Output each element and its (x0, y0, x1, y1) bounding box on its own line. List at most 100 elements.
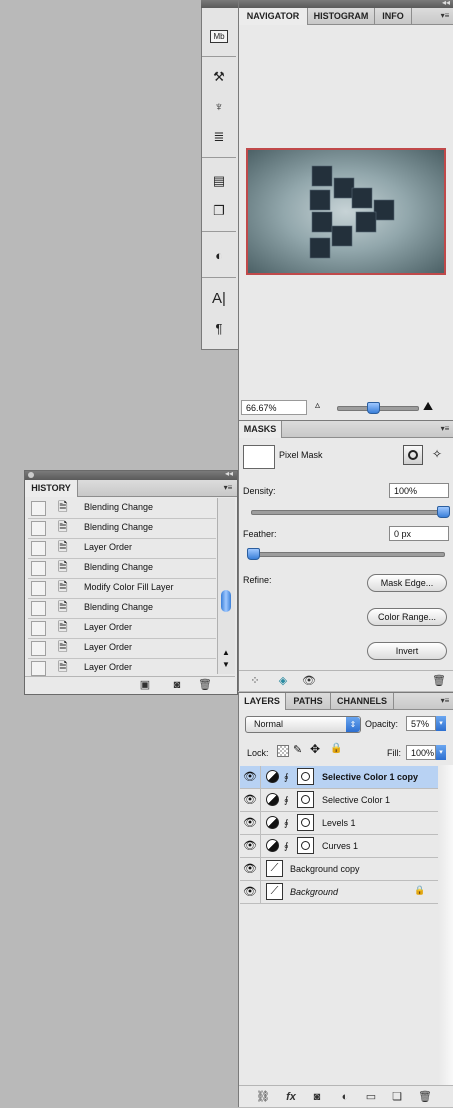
mask-link-icon[interactable]: ∮ (284, 770, 289, 784)
brush-presets-icon[interactable]: ≣ (204, 126, 234, 148)
tab-layers[interactable]: LAYERS (239, 693, 286, 710)
tab-paths[interactable]: PATHS (286, 693, 331, 709)
history-state[interactable]: 🗎 Blending Change (28, 558, 216, 579)
density-field[interactable]: 100% (389, 483, 449, 498)
new-group-icon[interactable]: ▭ (363, 1090, 379, 1104)
history-state[interactable]: 🗎 Layer Order (28, 538, 216, 559)
history-snapshot-checkbox[interactable] (31, 521, 46, 536)
layer-style-icon[interactable]: fx (283, 1090, 299, 1104)
history-snapshot-checkbox[interactable] (31, 621, 46, 636)
zoom-slider-thumb[interactable] (367, 402, 380, 414)
invert-button[interactable]: Invert (367, 642, 447, 660)
layer-row[interactable]: 👁 ⟋ Background copy (240, 858, 438, 881)
history-state[interactable]: 🗎 Layer Order (28, 638, 216, 659)
panel-menu-icon[interactable]: ▾≡ (438, 695, 452, 706)
link-layers-icon[interactable]: ⛓ (255, 1090, 271, 1104)
layer-row[interactable]: 👁 ∮ Levels 1 (240, 812, 438, 835)
layer-name[interactable]: Selective Color 1 (322, 795, 390, 805)
history-state[interactable]: 🗎 Blending Change (28, 498, 216, 519)
tab-masks[interactable]: MASKS (239, 421, 282, 438)
panel-menu-icon[interactable]: ▾≡ (221, 482, 235, 493)
layer-comps-icon[interactable]: ❐ (204, 200, 234, 222)
feather-slider-thumb[interactable] (247, 548, 260, 560)
adjustment-layer-icon[interactable] (266, 793, 279, 806)
new-document-from-state-icon[interactable]: ▣ (137, 678, 153, 692)
tab-channels[interactable]: CHANNELS (331, 693, 394, 709)
density-slider-thumb[interactable] (437, 506, 450, 518)
layer-mask-thumbnail[interactable] (297, 814, 314, 831)
tool-presets-icon[interactable]: ⚒ (204, 66, 234, 88)
mask-link-icon[interactable]: ∮ (284, 839, 289, 853)
zoom-in-icon[interactable]: ⛰ (423, 399, 433, 414)
panel-menu-icon[interactable]: ▾≡ (438, 423, 452, 434)
history-state[interactable]: 🗎 Modify Color Fill Layer (28, 578, 216, 599)
layer-mask-thumbnail[interactable] (297, 791, 314, 808)
layer-thumbnail[interactable]: ⟋ (266, 860, 283, 877)
layer-name[interactable]: Curves 1 (322, 841, 358, 851)
fill-dropdown-icon[interactable]: ▾ (436, 745, 446, 760)
dock-grip[interactable] (201, 0, 238, 8)
adjustment-layer-icon[interactable] (266, 816, 279, 829)
adjustment-layer-icon[interactable] (266, 839, 279, 852)
new-snapshot-icon[interactable]: ◙ (169, 678, 185, 692)
panel-grip[interactable]: ◂◂ (239, 0, 453, 8)
layer-name[interactable]: Selective Color 1 copy (322, 772, 418, 782)
mask-edge-button[interactable]: Mask Edge... (367, 574, 447, 592)
history-snapshot-checkbox[interactable] (31, 501, 46, 516)
layer-mask-thumbnail[interactable] (297, 768, 314, 785)
feather-field[interactable]: 0 px (389, 526, 449, 541)
eye-icon[interactable]: 👁 (301, 674, 317, 688)
navigator-preview[interactable] (246, 148, 446, 275)
history-state[interactable]: 🗎 Layer Order (28, 618, 216, 639)
history-snapshot-checkbox[interactable] (31, 661, 46, 676)
panel-grip[interactable]: ◂◂ (25, 469, 237, 480)
select-pixel-mask-button[interactable] (403, 445, 423, 465)
feather-slider-track[interactable] (251, 552, 445, 557)
layer-visibility-eye-icon[interactable]: 👁 (240, 858, 261, 880)
paragraph-icon[interactable]: ¶ (204, 318, 234, 340)
apply-mask-icon[interactable]: ◈ (275, 674, 291, 688)
tab-history[interactable]: HISTORY (25, 480, 78, 497)
delete-mask-icon[interactable]: 🗑 (431, 674, 447, 688)
history-scrollbar[interactable]: ▲ ▼ (217, 498, 235, 674)
notes-icon[interactable]: ▤ (204, 170, 234, 192)
history-state[interactable]: 🗎 Blending Change (28, 598, 216, 619)
layer-visibility-eye-icon[interactable]: 👁 (240, 835, 261, 857)
close-icon[interactable] (28, 472, 34, 478)
lock-image-icon[interactable]: ✎ (293, 743, 302, 756)
history-snapshot-checkbox[interactable] (31, 541, 46, 556)
layer-row[interactable]: 👁 ∮ Curves 1 (240, 835, 438, 858)
opacity-field[interactable]: 57% (406, 716, 436, 731)
mini-bridge-icon[interactable]: Mb (204, 24, 234, 46)
opacity-dropdown-icon[interactable]: ▾ (436, 716, 446, 731)
layer-name[interactable]: Background copy (290, 864, 360, 874)
layer-visibility-eye-icon[interactable]: 👁 (240, 766, 261, 788)
clone-source-icon[interactable]: ♆ (204, 96, 234, 118)
delete-layer-icon[interactable]: 🗑 (417, 1090, 433, 1104)
history-snapshot-checkbox[interactable] (31, 601, 46, 616)
scroll-thumb[interactable] (221, 590, 231, 612)
color-range-button[interactable]: Color Range... (367, 608, 447, 626)
pixel-mask-thumbnail[interactable] (243, 445, 275, 469)
history-snapshot-checkbox[interactable] (31, 641, 46, 656)
layer-name[interactable]: Levels 1 (322, 818, 356, 828)
density-slider-track[interactable] (251, 510, 445, 515)
panel-menu-icon[interactable]: ▾≡ (438, 10, 452, 21)
tab-navigator[interactable]: NAVIGATOR (239, 8, 308, 25)
layer-visibility-eye-icon[interactable]: 👁 (240, 881, 261, 903)
zoom-field[interactable]: 66.67% (241, 400, 307, 415)
adjustment-layer-icon[interactable] (266, 770, 279, 783)
history-state[interactable]: 🗎 Blending Change (28, 518, 216, 539)
adjustments-icon[interactable]: ◐ (204, 245, 234, 267)
tab-info[interactable]: INFO (375, 8, 412, 24)
history-snapshot-checkbox[interactable] (31, 581, 46, 596)
lock-all-icon[interactable]: 🔒 (330, 743, 342, 754)
mask-link-icon[interactable]: ∮ (284, 793, 289, 807)
scroll-down-icon[interactable]: ▼ (222, 660, 230, 669)
lock-transparent-icon[interactable] (277, 745, 289, 757)
history-snapshot-checkbox[interactable] (31, 561, 46, 576)
delete-state-icon[interactable]: 🗑 (197, 678, 213, 692)
load-selection-icon[interactable]: ⁘ (247, 674, 263, 688)
layer-thumbnail[interactable]: ⟋ (266, 883, 283, 900)
layer-name[interactable]: Background (290, 887, 338, 897)
